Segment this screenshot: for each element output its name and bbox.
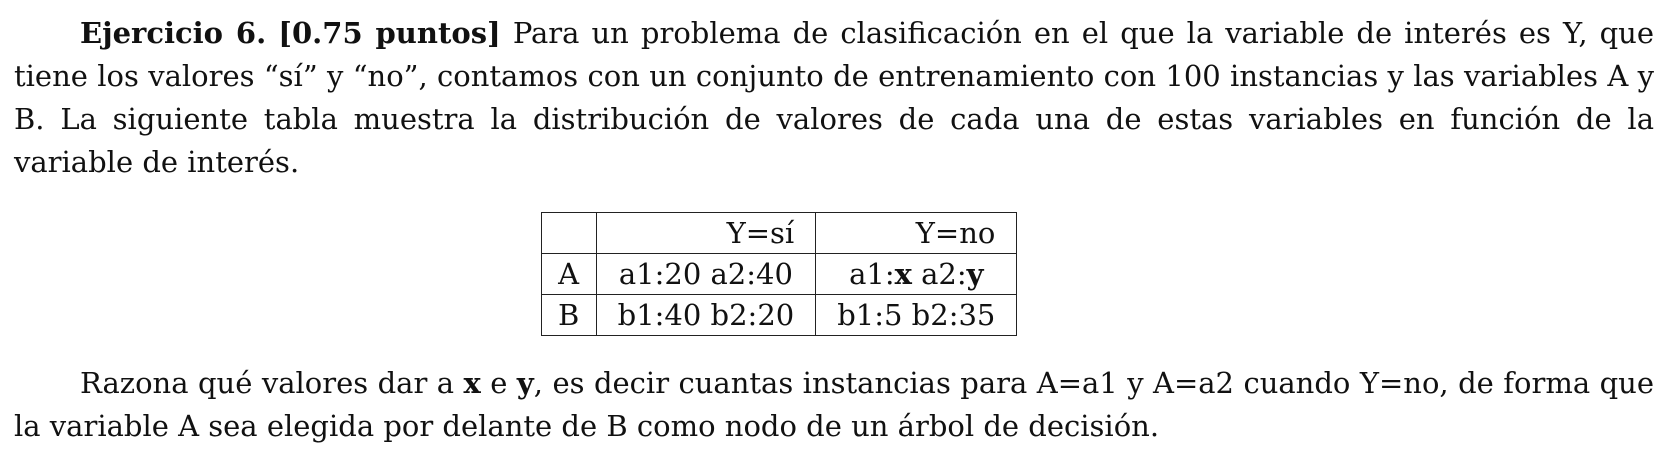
cell-b-no: b1:5 b2:35 xyxy=(815,294,1018,336)
variable-y: y xyxy=(966,257,984,291)
cell-a-no: a1:x a2:y xyxy=(815,253,1018,295)
cell-a-no-prefix-2: a2: xyxy=(911,257,967,291)
column-header-y-no: Y=no xyxy=(815,212,1018,254)
distribution-table-wrapper: Y=sí Y=no A a1:20 a2:40 a1:x a2:y B b1:4… xyxy=(14,212,1654,336)
variable-x: x xyxy=(894,257,912,291)
row-label-b: B xyxy=(540,294,597,336)
table-row-a: A a1:20 a2:40 a1:x a2:y xyxy=(540,253,1018,295)
exercise-document: Ejercicio 6. [0.75 puntos] Para un probl… xyxy=(14,12,1654,448)
question-variable-y: y xyxy=(516,366,534,400)
cell-a-no-prefix-1: a1: xyxy=(849,257,895,291)
distribution-table: Y=sí Y=no A a1:20 a2:40 a1:x a2:y B b1:4… xyxy=(540,212,1018,336)
question-text-1: Razona qué valores dar a xyxy=(80,366,464,400)
row-label-a: A xyxy=(540,253,597,295)
column-header-y-si: Y=sí xyxy=(595,212,817,254)
question-text-2: e xyxy=(480,366,517,400)
cell-b-yes: b1:40 b2:20 xyxy=(595,294,817,336)
exercise-points: [0.75 puntos] xyxy=(278,16,501,50)
question-variable-x: x xyxy=(463,366,481,400)
exercise-intro: Ejercicio 6. [0.75 puntos] Para un probl… xyxy=(14,12,1654,184)
cell-a-yes: a1:20 a2:40 xyxy=(595,253,817,295)
table-header-row: Y=sí Y=no xyxy=(540,212,1018,254)
exercise-question: Razona qué valores dar a x e y, es decir… xyxy=(14,362,1654,448)
table-corner-cell xyxy=(540,212,597,254)
table-row-b: B b1:40 b2:20 b1:5 b2:35 xyxy=(540,294,1018,336)
exercise-heading: Ejercicio 6. xyxy=(80,16,267,50)
